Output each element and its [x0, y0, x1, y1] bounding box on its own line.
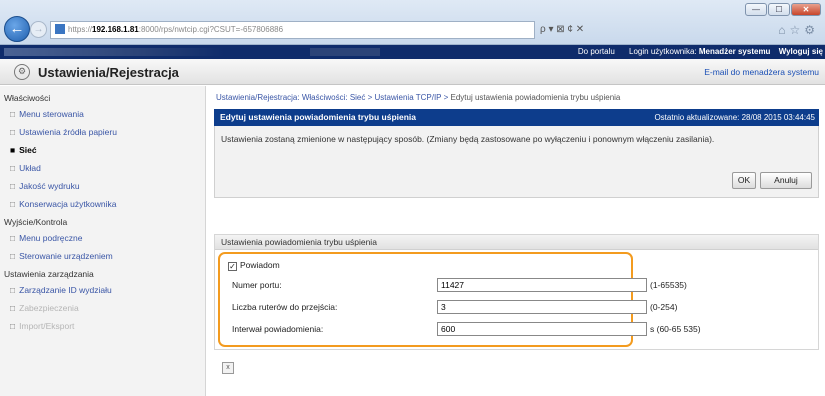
bullet-icon: ■: [10, 145, 16, 155]
blurred-tab-title: [4, 48, 224, 56]
logout-link-text[interactable]: Wyloguj się: [779, 47, 823, 56]
home-star-gear-icons[interactable]: ⌂☆⚙: [778, 21, 819, 39]
router-count-range: (0-254): [650, 302, 678, 312]
settings-header: Ustawienia powiadomienia trybu uśpienia: [215, 235, 818, 250]
notify-interval-input[interactable]: 600: [437, 322, 647, 336]
sidebar-item-paper-source[interactable]: □ Ustawienia źródła papieru: [0, 124, 205, 142]
bullet-icon: □: [10, 199, 16, 209]
router-count-input[interactable]: 3: [437, 300, 647, 314]
login-label: Login użytkownika: Menadżer systemu: [623, 47, 770, 56]
sidebar-item-import-export[interactable]: □ Import/Eksport: [0, 318, 205, 336]
info-box: Ustawienia zostaną zmienione w następują…: [214, 126, 819, 198]
section-header: ⚙ Ustawienia/Rejestracja E-mail do menad…: [0, 59, 825, 85]
sidebar-item-label: Konserwacja użytkownika: [19, 199, 117, 209]
minimize-button[interactable]: —: [745, 3, 767, 16]
window-controls: — ☐ ✕: [745, 3, 821, 16]
collapse-button[interactable]: x: [222, 362, 234, 374]
back-arrow-icon[interactable]: ←: [4, 16, 30, 42]
bullet-icon: □: [10, 181, 16, 191]
address-bar-tools[interactable]: ρ ▾ ⊠ ¢ ✕: [540, 21, 620, 39]
panel-title: Edytuj ustawienia powiadomienia trybu uś…: [220, 112, 417, 122]
bullet-icon: □: [10, 109, 16, 119]
address-path: :8000/rps/nwtcip.cgi?CSUT=-657806886: [138, 25, 284, 34]
sidebar-group-management: Ustawienia zarządzania: [4, 269, 94, 279]
sidebar-item-label: Menu podręczne: [19, 233, 83, 243]
settings-gear-icon: ⚙: [14, 64, 30, 80]
bullet-icon: □: [10, 251, 16, 261]
sidebar-item-label: Układ: [19, 163, 41, 173]
user-links: Do portalu Login użytkownika: Menadżer s…: [572, 45, 823, 59]
sidebar-item-label: Jakość wydruku: [19, 181, 80, 191]
portal-link[interactable]: Do portalu: [578, 47, 615, 56]
sidebar-group-output-control: Wyjście/Kontrola: [4, 217, 68, 227]
notify-interval-row: Interwał powiadomienia: 600 s (60-65 535…: [228, 322, 825, 336]
address-bar[interactable]: https://192.168.1.81:8000/rps/nwtcip.cgi…: [50, 21, 535, 39]
bullet-icon: □: [10, 303, 16, 313]
notify-interval-range: s (60-65 535): [650, 324, 701, 334]
ok-button[interactable]: OK: [732, 172, 756, 189]
breadcrumb-separator: >: [365, 93, 375, 102]
info-text: Ustawienia zostaną zmienione w następują…: [221, 134, 715, 144]
router-count-row: Liczba ruterów do przejścia: 3 (0-254): [228, 300, 825, 314]
port-number-label: Numer portu:: [232, 280, 282, 290]
breadcrumb-item[interactable]: Ustawienia/Rejestracja: Właściwości: Sie…: [216, 93, 365, 102]
router-count-label: Liczba ruterów do przejścia:: [232, 302, 338, 312]
site-favicon-icon: [55, 24, 65, 34]
cancel-button[interactable]: Anuluj: [760, 172, 812, 189]
sidebar-item-security[interactable]: □ Zabezpieczenia: [0, 300, 205, 318]
sidebar-item-device-control[interactable]: □ Sterowanie urządzeniem: [0, 248, 205, 266]
main-content: Ustawienia/Rejestracja: Właściwości: Sie…: [214, 86, 819, 396]
bullet-icon: □: [10, 285, 16, 295]
notify-checkbox[interactable]: ✓ Powiadom: [228, 260, 280, 271]
sidebar-item-utility-menu[interactable]: □ Menu podręczne: [0, 230, 205, 248]
bullet-icon: □: [10, 233, 16, 243]
sidebar-item-label: Import/Eksport: [19, 321, 75, 331]
maximize-button[interactable]: ☐: [768, 3, 790, 16]
panel-header: Edytuj ustawienia powiadomienia trybu uś…: [214, 109, 819, 126]
sidebar: Właściwości □ Menu sterowania □ Ustawienia…: [0, 86, 206, 396]
sidebar-item-network[interactable]: ■ Sieć: [0, 142, 205, 160]
sidebar-item-label: Zabezpieczenia: [19, 303, 79, 313]
breadcrumb-current: Edytuj ustawienia powiadomienia trybu uś…: [450, 93, 621, 102]
sidebar-item-user-maintenance[interactable]: □ Konserwacja użytkownika: [0, 196, 205, 214]
bullet-icon: □: [10, 321, 16, 331]
login-user-name: Menadżer systemu: [698, 47, 771, 56]
bullet-icon: □: [10, 127, 16, 137]
port-number-range: (1-65535): [650, 280, 687, 290]
sidebar-item-print-quality[interactable]: □ Jakość wydruku: [0, 178, 205, 196]
logout-link[interactable]: Wyloguj się: [779, 47, 823, 56]
address-prefix: https://: [68, 25, 93, 34]
address-host: 192.168.1.81: [92, 25, 139, 34]
email-admin-link[interactable]: E-mail do menadżera systemu: [704, 67, 819, 77]
checkbox-checked-icon[interactable]: ✓: [228, 262, 237, 271]
port-number-row: Numer portu: 11427 (1-65535): [228, 278, 825, 292]
breadcrumb-item[interactable]: Ustawienia TCP/IP: [375, 93, 442, 102]
login-label-text: Login użytkownika:: [629, 47, 697, 56]
user-bar: Do portalu Login użytkownika: Menadżer s…: [0, 45, 825, 59]
bullet-icon: □: [10, 163, 16, 173]
sidebar-item-label: Zarządzanie ID wydziału: [19, 285, 112, 295]
section-title: Ustawienia/Rejestracja: [38, 65, 179, 80]
blurred-tab-area: [310, 48, 380, 56]
sidebar-item-label: Ustawienia źródła papieru: [19, 127, 117, 137]
last-updated: Ostatnio aktualizowane: 28/08 2015 03:44…: [654, 113, 815, 122]
sidebar-item-department-id[interactable]: □ Zarządzanie ID wydziału: [0, 282, 205, 300]
notify-label: Powiadom: [240, 260, 280, 270]
sidebar-item-label: Sieć: [19, 145, 37, 155]
port-number-input[interactable]: 11427: [437, 278, 647, 292]
notify-interval-label: Interwał powiadomienia:: [232, 324, 324, 334]
breadcrumb: Ustawienia/Rejestracja: Właściwości: Sie…: [216, 93, 620, 102]
forward-arrow-icon[interactable]: →: [30, 21, 47, 38]
sidebar-group-properties: Właściwości: [4, 93, 51, 103]
sidebar-item-label: Sterowanie urządzeniem: [19, 251, 113, 261]
browser-chrome: — ☐ ✕ ← → https://192.168.1.81:8000/rps/…: [0, 0, 825, 45]
sidebar-item-control-menu[interactable]: □ Menu sterowania: [0, 106, 205, 124]
sidebar-item-layout[interactable]: □ Układ: [0, 160, 205, 178]
close-button[interactable]: ✕: [791, 3, 821, 16]
sidebar-item-label: Menu sterowania: [19, 109, 84, 119]
